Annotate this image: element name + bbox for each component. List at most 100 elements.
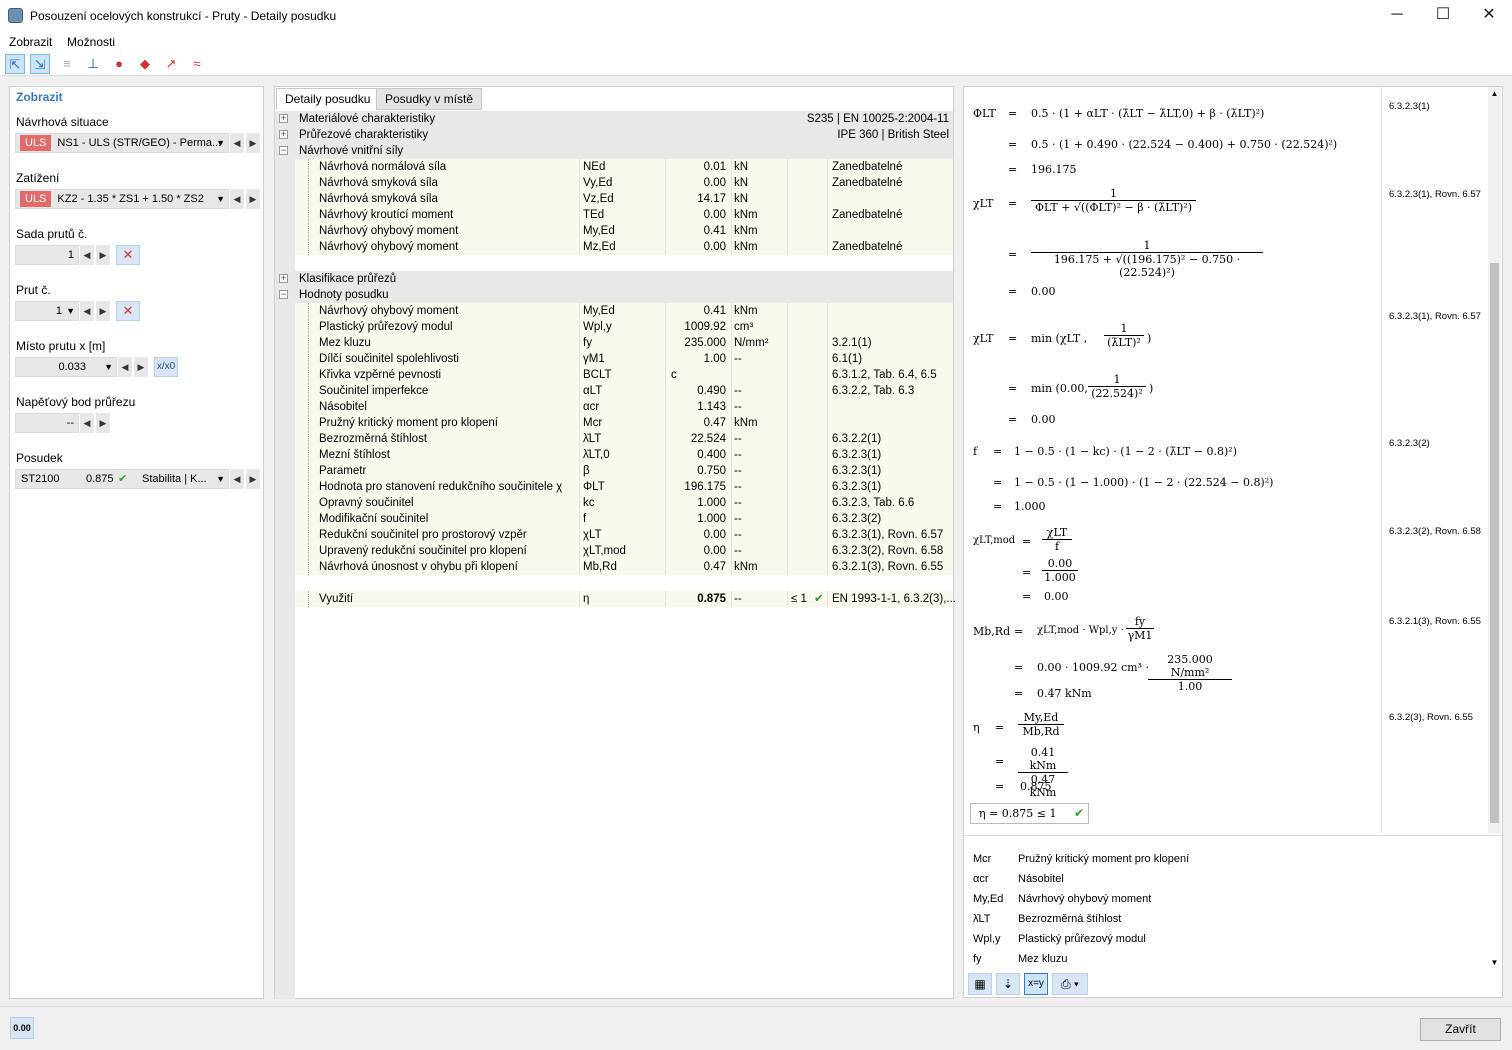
column-separator [787,527,788,543]
table-row[interactable]: Pružný kritický moment pro klopení Mcr 0.4… [295,415,953,431]
member-select[interactable]: 1 ▼ [15,301,79,321]
column-separator [665,527,666,543]
column-separator [787,351,788,367]
prev-arrow-icon[interactable]: ◀ [230,133,244,153]
section-header[interactable]: + Materiálové charakteristiky S235 | EN 10… [279,111,953,127]
export-icon[interactable]: ▦ [968,973,992,995]
table-row[interactable]: Opravný součinitel kc 1.000 -- 6.3.2.3, Tab.… [295,495,953,511]
next-arrow-icon[interactable]: ▶ [96,301,110,321]
print-icon[interactable]: ⎙ ▾ [1052,973,1088,995]
equals-sign: = [1008,197,1018,210]
section-header[interactable]: + Klasifikace průřezů [279,271,953,287]
table-row[interactable]: Mez kluzu fy 235.000 N/mm² 3.2.1(1) [295,335,953,351]
legend-scrollbar[interactable]: ▼ [1488,839,1501,969]
row-note: Zanedbatelné [832,241,903,253]
prev-arrow-icon[interactable]: ◀ [80,301,94,321]
expand-icon[interactable]: + [279,130,288,139]
menu-moznosti[interactable]: Možnosti [67,35,115,49]
mb-fy-fraction-substituted: 235.000 N/mm² 1.00 [1148,653,1232,693]
pick-member-icon[interactable]: ✕ [116,301,140,321]
table-row[interactable]: Návrhová smyková síla Vy,Ed 0.00 kN Zanedbat… [295,175,953,191]
table-row[interactable]: Návrhový ohybový moment My,Ed 0.41 kNm [295,223,953,239]
table-row[interactable]: Návrhový kroutící moment TEd 0.00 kNm Zanedb… [295,207,953,223]
sort-icon[interactable]: ⇣ [996,973,1020,995]
menu-zobrazit[interactable]: Zobrazit [9,35,52,49]
collapse-icon[interactable]: − [279,290,288,299]
section-header[interactable]: + Průřezové charakteristiky IPE 360 | Brit… [279,127,953,143]
eta-numerator: My,Ed [1018,711,1064,725]
formula-scrollbar[interactable]: ▲ [1488,87,1501,833]
graph-icon[interactable]: ↗ [161,54,181,74]
table-row[interactable]: Hodnota pro stanovení redukčního součini… [295,479,953,495]
align-icon[interactable]: ≡ [57,54,77,74]
row-unit: N/mm² [734,337,769,349]
check-select[interactable]: ST2100 0.875 ✔ Stabilita | K... ▼ [15,469,229,489]
row-unit: -- [734,593,742,605]
design-situation-select[interactable]: ULS NS1 - ULS (STR/GEO) - Perma... ▼ [15,133,229,153]
column-separator [579,351,580,367]
location-select[interactable]: 0.033 ▼ [15,357,117,377]
prev-arrow-icon[interactable]: ◀ [230,189,244,209]
next-arrow-icon[interactable]: ▶ [96,245,110,265]
table-row[interactable]: Křivka vzpěrné pevnosti BCLT c 6.3.1.2, Tab… [295,367,953,383]
stress-point-input[interactable]: -- [15,413,79,433]
prev-arrow-icon[interactable]: ◀ [118,357,132,377]
collapse-icon[interactable]: − [279,146,288,155]
row-symbol: TEd [583,209,605,221]
table-row[interactable]: Návrhová únosnost v ohybu při klopení Mb,… [295,559,953,575]
close-button[interactable]: Zavřít [1420,1018,1501,1041]
select-multiple-icon[interactable]: ⇲ [30,54,50,74]
prev-arrow-icon[interactable]: ◀ [80,245,94,265]
expand-icon[interactable]: + [279,274,288,283]
row-value: 0.490 [697,385,726,397]
table-row[interactable]: Plastický průřezový modul Wpl,y 1009.92 cm³ [295,319,953,335]
expand-icon[interactable]: + [279,114,288,123]
table-row[interactable]: Návrhová smyková síla Vz,Ed 14.17 kN [295,191,953,207]
formula-toggle-icon[interactable]: x=y [1024,973,1048,995]
tab-checks-at-location[interactable]: Posudky v místě [376,88,483,110]
table-row[interactable]: Modifikační součinitel f 1.000 -- 6.3.2.3(2) [295,511,953,527]
next-arrow-icon[interactable]: ▶ [246,133,260,153]
member-set-input[interactable]: 1 [15,245,79,265]
table-row[interactable]: Návrhová normálová síla NEd 0.01 kN Zanedbat… [295,159,953,175]
decimals-button[interactable]: 0.00 [10,1017,34,1039]
table-row[interactable]: Návrhový ohybový moment My,Ed 0.41 kNm [295,303,953,319]
table-row[interactable]: Násobitel αcr 1.143 -- [295,399,953,415]
next-arrow-icon[interactable]: ▶ [134,357,148,377]
column-separator [827,511,828,527]
row-value: 1009.92 [684,321,726,333]
next-arrow-icon[interactable]: ▶ [246,189,260,209]
minimize-icon[interactable]: ─ [1374,0,1420,32]
pick-member-set-icon[interactable]: ✕ [116,245,140,265]
design-check-icon[interactable]: ◆ [135,54,155,74]
section-header[interactable]: − Návrhové vnitřní síly [279,143,953,159]
scroll-thumb[interactable] [1490,263,1499,823]
next-arrow-icon[interactable]: ▶ [246,469,260,489]
relative-location-toggle[interactable]: x/x0 [154,357,178,377]
table-row[interactable]: Dílčí součinitel spolehlivosti γM1 1.00 -- 6… [295,351,953,367]
tree-line [308,399,309,415]
maximize-icon[interactable]: ☐ [1420,0,1466,32]
member-icon[interactable]: ⊥ [83,54,103,74]
scroll-up-icon[interactable]: ▲ [1488,89,1501,98]
table-row[interactable]: Upravený redukční součinitel pro klopení… [295,543,953,559]
utilization-row[interactable]: Využití η 0.875 -- ≤ 1 ✔ EN 1993-1-1, 6.3.2(3)… [295,591,956,607]
tab-design-details[interactable]: Detaily posudku [276,88,380,110]
column-separator [731,383,732,399]
results-icon[interactable]: ● [109,54,129,74]
section-icon[interactable]: ≈ [187,54,207,74]
table-row[interactable]: Redukční součinitel pro prostorový vzpěr… [295,527,953,543]
close-icon[interactable]: ✕ [1466,0,1512,32]
prev-arrow-icon[interactable]: ◀ [80,413,94,433]
table-row[interactable]: Součinitel imperfekce αLT 0.490 -- 6.3.2.2, … [295,383,953,399]
table-row[interactable]: Parametr β 0.750 -- 6.3.2.3(1) [295,463,953,479]
select-icon[interactable]: ⇱ [5,54,25,74]
section-header[interactable]: − Hodnoty posudku [279,287,953,303]
next-arrow-icon[interactable]: ▶ [96,413,110,433]
table-row[interactable]: Mezní štíhlost λ̄LT,0 0.400 -- 6.3.2.3(1) [295,447,953,463]
table-row[interactable]: Bezrozměrná štíhlost λ̄LT 22.524 -- 6.3.2.2(… [295,431,953,447]
prev-arrow-icon[interactable]: ◀ [230,469,244,489]
table-row[interactable]: Návrhový ohybový moment Mz,Ed 0.00 kNm Zaned… [295,239,953,255]
scroll-down-icon[interactable]: ▼ [1488,958,1501,967]
loading-select[interactable]: ULS KZ2 - 1.35 * ZS1 + 1.50 * ZS2 ▼ [15,189,229,209]
